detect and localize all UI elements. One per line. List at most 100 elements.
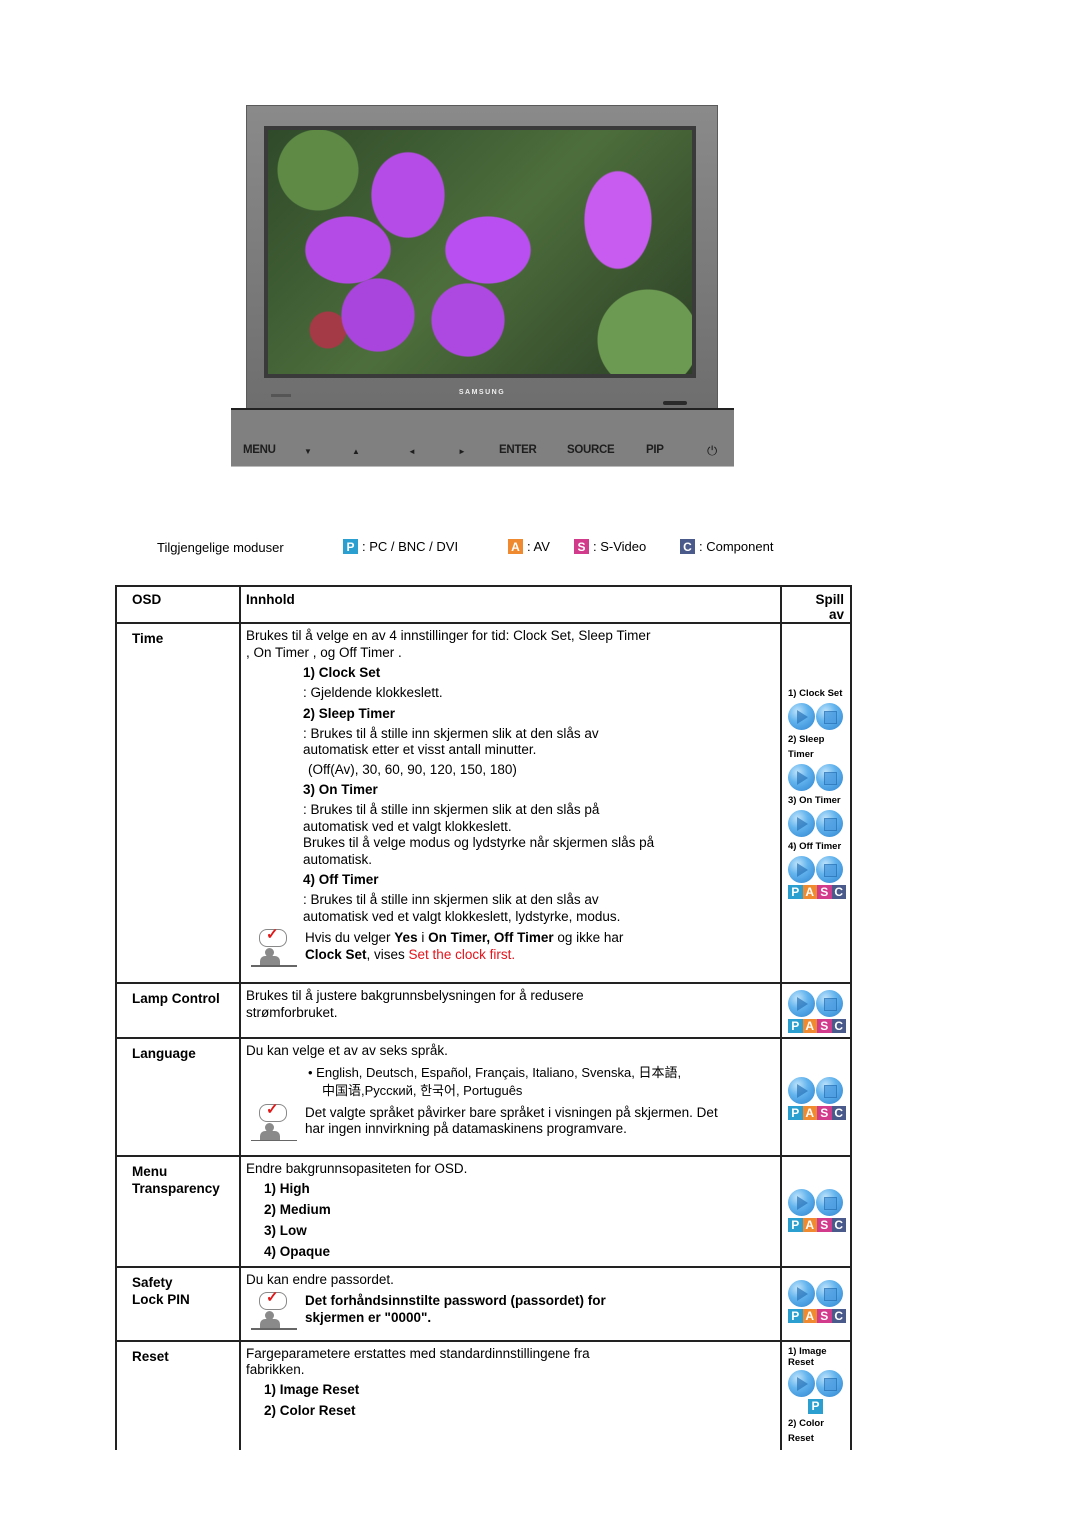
- legend-text: : PC / BNC / DVI: [362, 539, 459, 554]
- language-list: • English, Deutsch, Español, Français, I…: [246, 1064, 776, 1100]
- down-button[interactable]: ▼: [304, 447, 312, 456]
- stop-icon[interactable]: [816, 764, 843, 791]
- p-mode-icon: P: [808, 1398, 823, 1414]
- s-mode-icon: S: [817, 1019, 832, 1033]
- enter-button[interactable]: ENTER: [499, 444, 537, 456]
- row-content: Du kan endre passordet. ✓ Det forhåndsin…: [239, 1265, 782, 1342]
- row-desc: Fargeparametere erstattes med standardin…: [246, 1345, 590, 1378]
- a-mode-icon: A: [802, 1019, 817, 1033]
- note-text: Det forhåndsinnstilte password (passorde…: [305, 1293, 606, 1325]
- option-title: 2) Sleep Timer: [303, 705, 396, 721]
- osd-name: Lamp Control: [115, 982, 241, 1039]
- option-desc: : Brukes til å stille inn skjermen slik …: [303, 802, 600, 834]
- stop-icon[interactable]: [816, 1369, 843, 1397]
- legend-item-av: A : AV: [508, 539, 550, 554]
- option-title: 1) Clock Set: [303, 665, 381, 680]
- note: ✓ Det valgte språket påvirker bare språk…: [246, 1101, 776, 1142]
- play-cell: PASC: [780, 982, 852, 1039]
- option-title: 3) On Timer: [303, 782, 378, 797]
- legend-text: : S-Video: [593, 539, 647, 554]
- header-osd: OSD: [115, 585, 241, 624]
- p-mode-icon: P: [788, 1106, 803, 1120]
- option-values: (Off(Av), 30, 60, 90, 120, 150, 180): [308, 761, 517, 777]
- play-icon[interactable]: [788, 703, 815, 730]
- row-desc: Du kan endre passordet.: [246, 1271, 394, 1287]
- stop-icon[interactable]: [816, 1077, 843, 1104]
- play-icon[interactable]: [788, 810, 815, 837]
- play-icon[interactable]: [788, 990, 815, 1017]
- stop-icon[interactable]: [816, 1189, 843, 1216]
- language-list-line: • English, Deutsch, Español, Français, I…: [308, 1064, 682, 1080]
- right-button[interactable]: ►: [458, 447, 466, 456]
- osd-table: OSD Innhold Spill av Time Brukes til å v…: [115, 585, 852, 1450]
- play-icon[interactable]: [788, 856, 815, 883]
- mode-badges: PASC: [788, 1218, 848, 1232]
- power-icon[interactable]: ⏻: [707, 443, 717, 459]
- table-row-menu-transparency: Menu Transparency Endre bakgrunnsopasite…: [115, 1155, 852, 1268]
- monitor-screen: [264, 126, 696, 378]
- legend-text: : AV: [527, 539, 550, 554]
- a-mode-icon: A: [802, 1308, 817, 1323]
- s-mode-icon: S: [817, 1218, 832, 1232]
- osd-name: Safety Lock PIN: [115, 1265, 241, 1342]
- p-mode-icon: P: [788, 1308, 803, 1323]
- play-cell: PASC: [780, 1155, 852, 1268]
- p-mode-icon: P: [343, 539, 358, 554]
- table-row-lamp-control: Lamp Control Brukes til å justere bakgru…: [115, 982, 852, 1039]
- c-mode-icon: C: [831, 1106, 846, 1120]
- table-row-language: Language Du kan velge et av av seks språ…: [115, 1037, 852, 1157]
- mode-legend: Tilgjengelige moduser P : PC / BNC / DVI…: [0, 539, 1080, 557]
- option-desc: : Brukes til å stille inn skjermen slik …: [303, 725, 599, 758]
- option-title: 4) Off Timer: [303, 872, 379, 887]
- play-icon[interactable]: [788, 764, 815, 791]
- mode-badges: PASC: [788, 1106, 848, 1120]
- stop-icon[interactable]: [816, 990, 843, 1017]
- note-text: Hvis du velger Yes i On Timer, Off Timer…: [305, 930, 624, 962]
- table-row-reset: Reset Fargeparametere erstattes med stan…: [115, 1339, 852, 1450]
- play-icon[interactable]: [788, 1077, 815, 1104]
- row-content: Brukes til å justere bakgrunnsbelysninge…: [239, 982, 782, 1039]
- left-button[interactable]: ◄: [408, 447, 416, 456]
- play-icon[interactable]: [788, 1189, 815, 1216]
- legend-item-svideo: S : S-Video: [574, 539, 646, 554]
- a-mode-icon: A: [508, 539, 523, 554]
- legend-text: : Component: [699, 539, 774, 554]
- option-title: 2) Medium: [264, 1201, 331, 1217]
- note: ✓ Hvis du velger Yes i On Timer, Off Tim…: [246, 926, 776, 967]
- option-title: 3) Low: [264, 1222, 307, 1238]
- stop-icon[interactable]: [816, 703, 843, 730]
- c-mode-icon: C: [831, 1218, 846, 1232]
- stop-icon[interactable]: [816, 1279, 843, 1307]
- source-button[interactable]: SOURCE: [567, 444, 615, 456]
- c-mode-icon: C: [831, 885, 846, 899]
- a-mode-icon: A: [802, 1106, 817, 1120]
- p-mode-icon: P: [788, 1019, 803, 1033]
- row-desc: Endre bakgrunnsopasiteten for OSD.: [246, 1161, 468, 1176]
- option-title: 1) Image Reset: [264, 1381, 360, 1397]
- play-icon[interactable]: [788, 1279, 815, 1307]
- power-led: [663, 401, 687, 405]
- stop-icon[interactable]: [816, 856, 843, 883]
- table-row-time: Time Brukes til å velge en av 4 innstill…: [115, 622, 852, 984]
- menu-button[interactable]: MENU: [243, 444, 276, 456]
- p-mode-icon: P: [788, 1218, 803, 1232]
- language-list-line: 中国语,Русский, 한국어, Português: [322, 1082, 523, 1098]
- flower-photo: [268, 130, 692, 374]
- play-cell: 1) Image Reset P 2) Color Reset: [780, 1339, 852, 1450]
- note-text: Det valgte språket påvirker bare språket…: [305, 1104, 718, 1137]
- up-button[interactable]: ▲: [352, 447, 360, 456]
- a-mode-icon: A: [802, 1218, 817, 1232]
- mode-badges: PASC: [788, 885, 848, 899]
- play-cell: 1) Clock Set 2) Sleep Timer 3) On Timer …: [780, 622, 852, 984]
- row-content: Du kan velge et av av seks språk. • Engl…: [239, 1037, 782, 1157]
- mode-badges: PASC: [788, 1019, 848, 1033]
- note: ✓ Det forhåndsinnstilte password (passor…: [246, 1289, 776, 1330]
- play-label: 1) Image Reset: [788, 1345, 827, 1368]
- a-mode-icon: A: [802, 885, 817, 899]
- pip-button[interactable]: PIP: [646, 444, 664, 456]
- osd-name: Reset: [115, 1339, 241, 1450]
- play-label: 2) Color Reset: [788, 1417, 824, 1444]
- play-icon[interactable]: [788, 1369, 815, 1397]
- stop-icon[interactable]: [816, 810, 843, 837]
- option-title: 2) Color Reset: [264, 1402, 356, 1418]
